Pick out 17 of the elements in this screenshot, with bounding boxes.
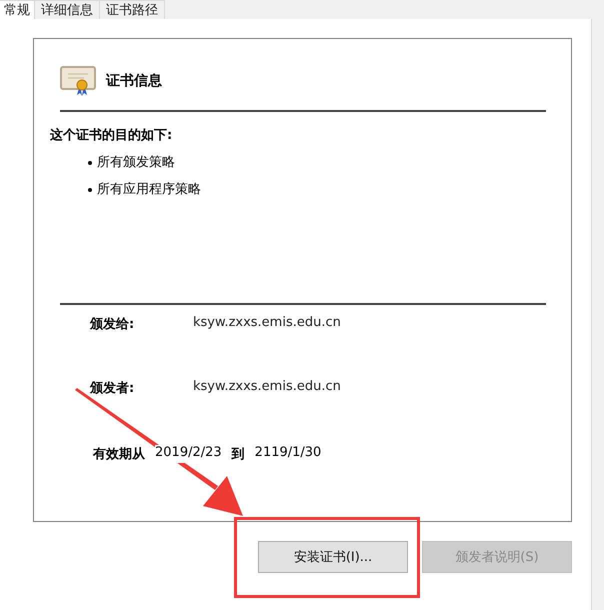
dialog-button[interactable]: 安装证书(I)...	[258, 541, 408, 573]
validity-label: 有效期从	[93, 445, 145, 463]
validity-to-label: 到	[232, 445, 245, 463]
tab[interactable]: 证书路径	[99, 0, 165, 19]
certificate-title: 证书信息	[106, 72, 162, 90]
purpose-item: 所有颁发策略	[97, 154, 175, 171]
bullet-icon	[88, 188, 92, 192]
field-value: ksyw.zxxs.emis.edu.cn	[193, 379, 341, 394]
field-value: ksyw.zxxs.emis.edu.cn	[193, 315, 341, 330]
bullet-icon	[88, 160, 92, 164]
tab[interactable]: 详细信息	[34, 0, 100, 19]
purpose-heading: 这个证书的目的如下:	[50, 126, 174, 144]
field-label: 颁发者:	[90, 380, 136, 397]
certificate-icon	[60, 66, 96, 96]
purpose-item: 所有应用程序策略	[97, 181, 201, 198]
field-label: 颁发给:	[90, 316, 136, 333]
valid-from-date: 2019/2/23	[155, 445, 222, 463]
